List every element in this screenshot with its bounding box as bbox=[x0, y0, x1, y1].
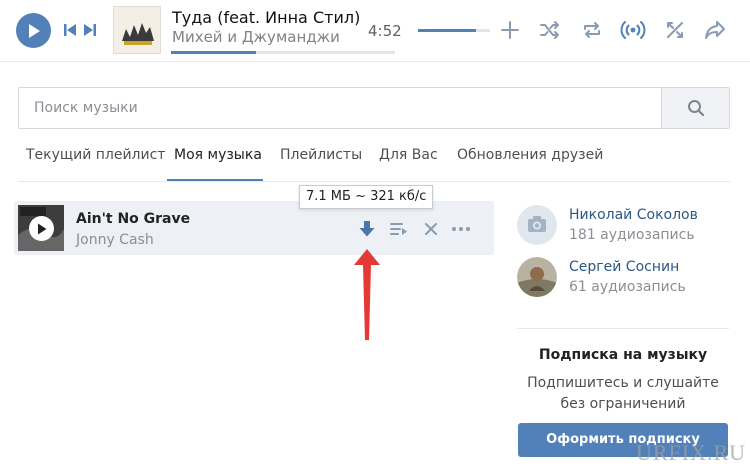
similar-icon[interactable] bbox=[662, 17, 688, 43]
active-tab-indicator bbox=[167, 179, 263, 181]
red-arrow-annotation bbox=[354, 249, 380, 340]
track-title[interactable]: Туда (feat. Инна Стил) bbox=[172, 8, 360, 27]
music-tabs: Текущий плейлист Моя музыка Плейлисты Дл… bbox=[18, 140, 730, 182]
progress-bar[interactable] bbox=[171, 51, 395, 54]
friend-item[interactable]: Николай Соколов 181 аудиозапись bbox=[517, 205, 737, 249]
track-row-title[interactable]: Ain't No Grave bbox=[76, 211, 190, 227]
audio-player: Туда (feat. Инна Стил) Михей и Джуманджи… bbox=[0, 0, 750, 62]
avatar bbox=[517, 257, 557, 297]
play-icon bbox=[28, 23, 40, 38]
camera-avatar bbox=[517, 205, 557, 245]
volume-slider[interactable] bbox=[418, 29, 490, 32]
tab-friends-updates[interactable]: Обновления друзей bbox=[457, 147, 603, 163]
promo-title: Подписка на музыку bbox=[538, 347, 708, 363]
track-row[interactable]: Ain't No Grave Jonny Cash bbox=[14, 201, 494, 255]
track-time: 4:52 bbox=[368, 22, 402, 40]
play-icon bbox=[37, 223, 46, 234]
track-play-button[interactable] bbox=[29, 216, 54, 241]
share-icon[interactable] bbox=[702, 17, 728, 43]
download-icon[interactable] bbox=[357, 219, 377, 239]
search-button[interactable] bbox=[661, 88, 729, 128]
play-button[interactable] bbox=[16, 13, 51, 48]
file-size-tooltip: 7.1 МБ ~ 321 кб/с bbox=[299, 185, 434, 209]
progress-fill bbox=[171, 51, 257, 54]
repeat-icon[interactable] bbox=[579, 17, 605, 43]
track-row-artist[interactable]: Jonny Cash bbox=[76, 232, 154, 248]
track-artist[interactable]: Михей и Джуманджи bbox=[172, 28, 340, 46]
add-to-queue-icon[interactable] bbox=[389, 219, 409, 239]
broadcast-icon[interactable] bbox=[620, 17, 646, 43]
search-bar bbox=[18, 87, 730, 129]
tab-for-you[interactable]: Для Вас bbox=[379, 147, 438, 163]
prev-icon[interactable] bbox=[62, 22, 78, 38]
next-icon[interactable] bbox=[82, 22, 98, 38]
delete-icon[interactable] bbox=[421, 219, 441, 239]
more-icon[interactable] bbox=[451, 219, 471, 239]
tab-playlists[interactable]: Плейлисты bbox=[280, 147, 362, 163]
friend-name[interactable]: Николай Соколов bbox=[569, 207, 698, 223]
sidebar-divider bbox=[517, 328, 729, 329]
volume-fill bbox=[418, 29, 476, 32]
album-cover bbox=[113, 6, 161, 54]
friend-name[interactable]: Сергей Соснин bbox=[569, 259, 679, 275]
tab-current-playlist[interactable]: Текущий плейлист bbox=[26, 147, 165, 163]
track-cover bbox=[18, 205, 64, 251]
search-input[interactable] bbox=[19, 88, 661, 128]
tab-my-music[interactable]: Моя музыка bbox=[174, 147, 262, 163]
friend-audio-count: 61 аудиозапись bbox=[569, 279, 686, 295]
shuffle-icon[interactable] bbox=[537, 17, 563, 43]
add-icon[interactable] bbox=[497, 17, 523, 43]
search-icon bbox=[687, 100, 704, 117]
watermark: URFIX.RU bbox=[636, 440, 747, 465]
friend-item[interactable]: Сергей Соснин 61 аудиозапись bbox=[517, 257, 737, 301]
friend-audio-count: 181 аудиозапись bbox=[569, 227, 695, 243]
promo-text: Подпишитесь и слушайте без ограничений bbox=[527, 375, 719, 412]
